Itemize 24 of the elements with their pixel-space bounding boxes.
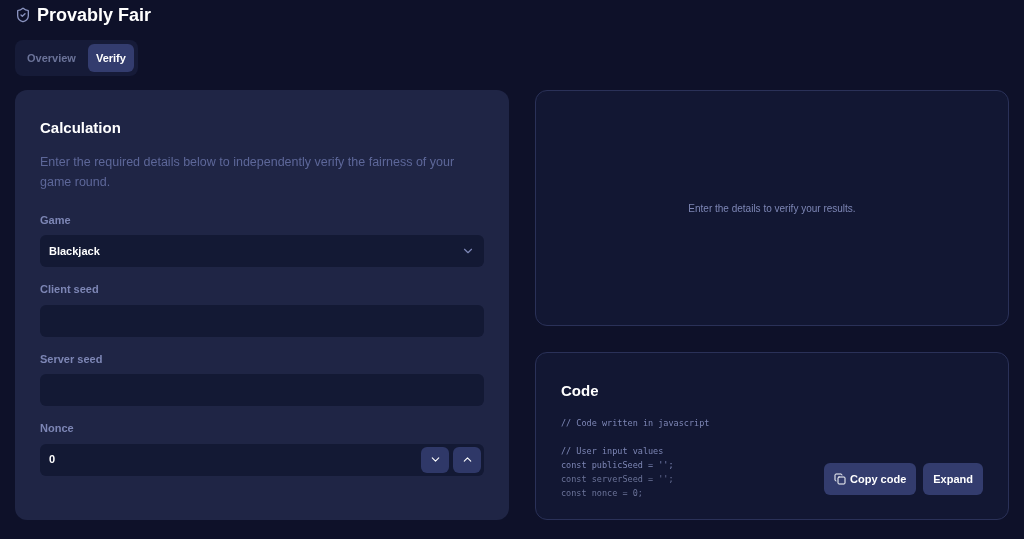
field-label: Nonce: [40, 421, 75, 436]
code-line: const serverSeed = '';: [561, 472, 674, 486]
field-label: Game: [40, 212, 72, 228]
nonce-field[interactable]: 0: [40, 443, 484, 476]
shield-check-icon: [15, 7, 31, 23]
code-title: Code: [561, 381, 600, 401]
code-line: const publicSeed = '';: [561, 458, 674, 472]
copy-button[interactable]: Copy code: [824, 463, 917, 495]
field-label: Server seed: [40, 351, 104, 367]
tab[interactable]: Verify: [87, 44, 134, 72]
expand-button[interactable]: Expand: [923, 463, 983, 495]
card-title: Calculation: [40, 118, 122, 138]
result-message: Enter the details to verify your results.: [688, 201, 856, 216]
code-line: // User input values: [561, 444, 664, 458]
field-label: Client seed: [40, 282, 100, 297]
card-description: Enter the required details below to independently verify the fairness of your game round.: [40, 153, 456, 191]
code-line: const nonce = 0;: [561, 486, 643, 500]
decrement-button[interactable]: [421, 446, 449, 473]
code-line: // Code written in javascript: [561, 416, 710, 430]
copy-icon: [834, 473, 847, 485]
tab[interactable]: Overview: [19, 44, 84, 72]
page-title: Provably Fair: [37, 3, 152, 27]
game-select[interactable]: Blackjack: [40, 235, 484, 267]
increment-button[interactable]: [453, 446, 481, 473]
